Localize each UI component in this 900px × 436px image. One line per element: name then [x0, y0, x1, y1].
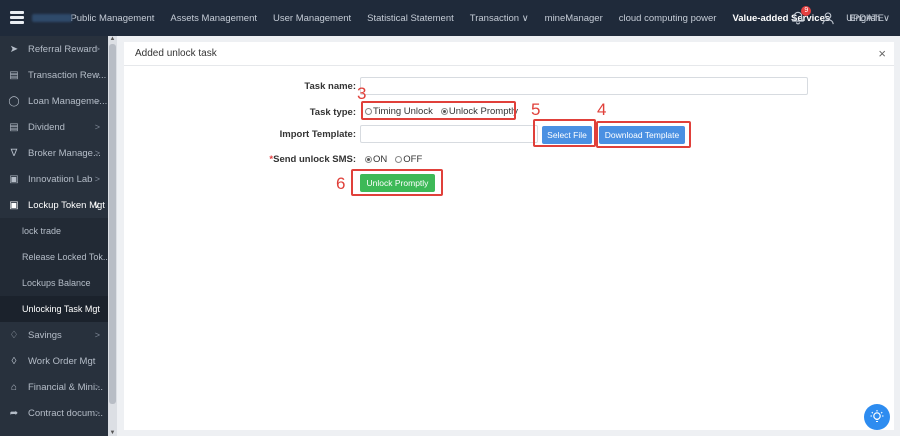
language-selector[interactable]: English ∨ [849, 13, 890, 24]
sms-option-on[interactable]: ON [365, 154, 387, 165]
chevron-right-icon: > [94, 44, 100, 54]
sidebar-subitem-lockups-balance[interactable]: Lockups Balance [0, 270, 108, 296]
sidebar-scrollbar[interactable]: ▲ ▼ [108, 36, 117, 436]
sidebar-item-label: Work Order Mgt [28, 355, 96, 367]
sidebar-item-transaction-rewards[interactable]: ▤ Transaction Rew... > [0, 62, 108, 88]
chevron-right-icon: > [94, 382, 100, 392]
notification-badge: 9 [801, 6, 812, 16]
chevron-right-icon: > [94, 174, 100, 184]
sidebar-item-label: Dividend [28, 121, 65, 133]
menu-cloud-computing-power[interactable]: cloud computing power [619, 13, 717, 24]
send-unlock-sms-label: *Send unlock SMS: [260, 154, 356, 165]
radio-sms-off[interactable] [395, 156, 403, 163]
notification-button[interactable]: 9 [791, 6, 812, 25]
lightbulb-icon [870, 410, 884, 423]
chevron-right-icon: > [94, 96, 100, 106]
task-name-input[interactable] [360, 77, 808, 95]
annotation-number-6: 6 [336, 174, 346, 193]
sms-radio-group: ON OFF [365, 154, 430, 165]
cart-icon: ∇ [10, 147, 18, 159]
task-type-label: Task type: [309, 107, 356, 118]
sidebar-item-work-order-mgt[interactable]: ◊ Work Order Mgt [0, 348, 108, 374]
scroll-down-arrow-icon[interactable]: ▼ [109, 430, 116, 436]
sms-option-label: OFF [403, 154, 423, 165]
lock-icon: ▣ [9, 199, 19, 211]
chevron-right-icon: > [94, 330, 100, 340]
annotation-box-task-type [361, 101, 516, 120]
chevron-right-icon: > [94, 408, 100, 418]
lab-icon: ▣ [9, 173, 19, 185]
close-icon[interactable]: × [878, 47, 886, 60]
sidebar-item-savings[interactable]: ♢ Savings > [0, 322, 108, 348]
annotation-number-4: 4 [597, 100, 607, 119]
app-logo[interactable] [10, 11, 72, 25]
annotation-box-download-template [596, 121, 691, 148]
loan-icon: ◯ [8, 95, 20, 107]
sidebar-item-loan-management[interactable]: ◯ Loan Manageme... > [0, 88, 108, 114]
help-bulb-button[interactable] [864, 404, 890, 430]
task-name-label: Task name: [304, 81, 356, 92]
sidebar-item-label: Financial & Mini... [28, 381, 103, 393]
import-template-label: Import Template: [279, 129, 356, 140]
diamond-icon: ♢ [9, 329, 19, 341]
main-menu: Public Management Assets Management User… [70, 13, 900, 24]
top-navigation-bar: Public Management Assets Management User… [0, 0, 900, 36]
menu-mine-manager[interactable]: mineManager [545, 13, 603, 24]
menu-public-management[interactable]: Public Management [70, 13, 154, 24]
share-icon: ➦ [9, 407, 19, 419]
document-icon: ▤ [9, 121, 19, 133]
chevron-right-icon: > [94, 122, 100, 132]
bar-chart-icon: ▤ [9, 69, 19, 81]
sidebar-item-innovation-lab[interactable]: ▣ Innovatiion Lab > [0, 166, 108, 192]
sms-option-label: ON [373, 154, 388, 165]
annotation-box-submit [351, 169, 443, 196]
scroll-up-arrow-icon[interactable]: ▲ [109, 36, 116, 42]
panel-title: Added unlock task [135, 48, 217, 59]
menu-statistical-statement[interactable]: Statistical Statement [367, 13, 454, 24]
sidebar-item-financial-mining[interactable]: ⌂ Financial & Mini... > [0, 374, 108, 400]
sidebar-subitem-lock-trade[interactable]: lock trade [0, 218, 108, 244]
scrollbar-thumb[interactable] [109, 44, 116, 404]
send-icon: ➤ [9, 43, 19, 55]
sidebar-subitem-unlocking-task-mgt[interactable]: Unlocking Task Mgt [0, 296, 108, 322]
sidebar-item-label: Broker Manage... [28, 147, 101, 159]
import-template-input[interactable] [360, 125, 538, 143]
user-icon[interactable] [821, 11, 835, 25]
sidebar-item-label: Savings [28, 329, 62, 341]
bank-icon: ⌂ [10, 381, 18, 393]
sidebar-item-dividend[interactable]: ▤ Dividend > [0, 114, 108, 140]
radio-sms-on[interactable] [365, 156, 372, 163]
chevron-right-icon: > [94, 148, 100, 158]
menu-transaction[interactable]: Transaction ∨ [470, 13, 529, 24]
sidebar: ➤ Referral Reward > ▤ Transaction Rew... > ◯… [0, 36, 108, 436]
sidebar-subitem-release-locked-tokens[interactable]: Release Locked Tok... [0, 244, 108, 270]
tag-icon: ◊ [11, 355, 17, 367]
annotation-number-3: 3 [357, 84, 367, 103]
sidebar-item-label: Innovatiion Lab [28, 173, 93, 185]
sidebar-item-broker-management[interactable]: ∇ Broker Manage... > [0, 140, 108, 166]
annotation-number-5: 5 [531, 100, 541, 119]
sidebar-item-label: Referral Reward [28, 43, 98, 55]
sidebar-item-contract-documents[interactable]: ➦ Contract docum... > [0, 400, 108, 426]
menu-user-management[interactable]: User Management [273, 13, 351, 24]
chevron-right-icon: > [94, 70, 100, 80]
sidebar-item-label: Contract docum... [28, 407, 103, 419]
annotation-box-select-file [533, 119, 596, 147]
panel-header: Added unlock task × [124, 42, 894, 66]
send-unlock-sms-text: Send unlock SMS: [273, 154, 356, 165]
sidebar-item-lockup-token-mgt[interactable]: ▣ Lockup Token Mgt ∨ [0, 192, 108, 218]
sidebar-item-referral-reward[interactable]: ➤ Referral Reward > [0, 36, 108, 62]
header-tools: 9 English ∨ [791, 0, 890, 36]
chevron-down-icon: ∨ [93, 199, 100, 210]
menu-assets-management[interactable]: Assets Management [170, 13, 257, 24]
sms-option-off[interactable]: OFF [395, 154, 422, 165]
